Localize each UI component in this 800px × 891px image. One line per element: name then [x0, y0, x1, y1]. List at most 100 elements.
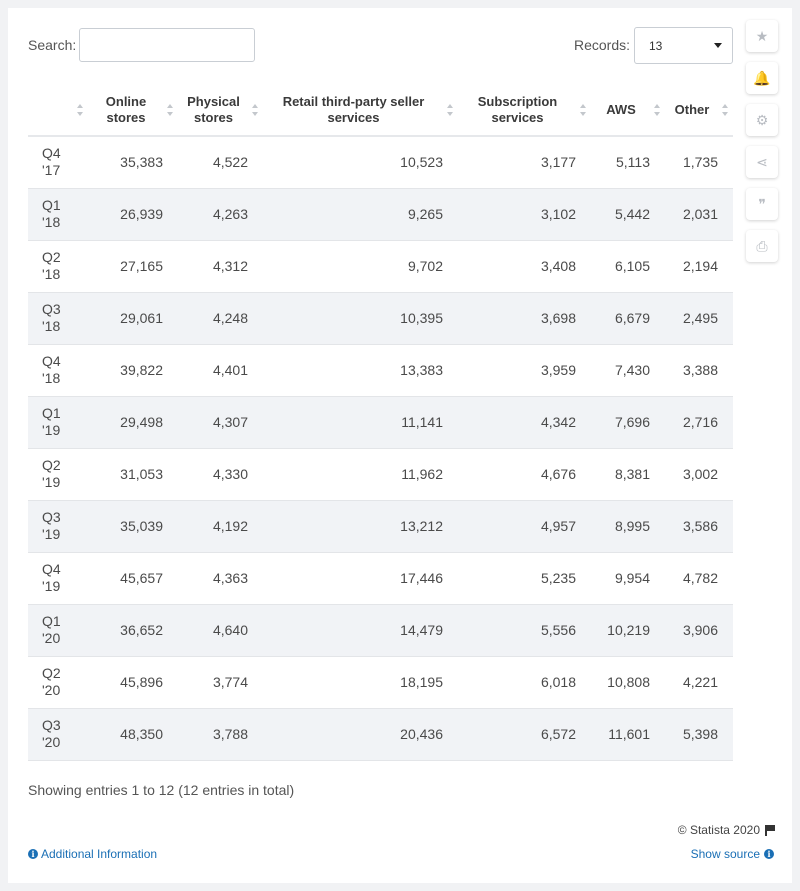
- cell-thirdparty: 17,446: [263, 552, 458, 605]
- cell-aws: 10,219: [591, 604, 665, 657]
- bell-icon: 🔔: [753, 69, 771, 86]
- cell-other: 5,398: [665, 708, 733, 761]
- column-header-aws[interactable]: AWS: [591, 84, 665, 137]
- cell-thirdparty: 11,962: [263, 448, 458, 501]
- cell-quarter: Q4'19: [28, 552, 88, 605]
- data-table-wrapper: Online stores Physical stores Retail third…: [28, 84, 733, 761]
- print-button[interactable]: ⎙: [746, 230, 778, 262]
- cell-online: 27,165: [88, 240, 178, 293]
- cell-aws: 5,113: [591, 136, 665, 189]
- quote-button[interactable]: ❞: [746, 188, 778, 220]
- cell-subscription: 5,235: [458, 552, 591, 605]
- data-table: Online stores Physical stores Retail third…: [28, 84, 733, 761]
- flag-icon[interactable]: [765, 824, 775, 836]
- cell-physical: 4,330: [178, 448, 263, 501]
- cell-aws: 5,442: [591, 188, 665, 241]
- cell-physical: 4,312: [178, 240, 263, 293]
- cell-subscription: 6,018: [458, 656, 591, 709]
- cell-online: 45,896: [88, 656, 178, 709]
- column-header-quarter[interactable]: [28, 84, 88, 137]
- cell-aws: 7,696: [591, 396, 665, 449]
- cell-thirdparty: 14,479: [263, 604, 458, 657]
- cell-online: 26,939: [88, 188, 178, 241]
- cell-quarter: Q2'20: [28, 656, 88, 709]
- column-header-label: Subscription services: [477, 93, 558, 125]
- sort-icon: [77, 103, 84, 116]
- entries-summary: Showing entries 1 to 12 (12 entries in t…: [28, 782, 295, 798]
- cell-other: 1,735: [665, 136, 733, 189]
- share-button[interactable]: ⋖: [746, 146, 778, 178]
- column-header-online[interactable]: Online stores: [88, 84, 178, 137]
- cell-physical: 4,192: [178, 500, 263, 553]
- column-header-subscription[interactable]: Subscription services: [458, 84, 591, 137]
- cell-aws: 10,808: [591, 656, 665, 709]
- cell-subscription: 3,408: [458, 240, 591, 293]
- show-source-link[interactable]: Show source i: [691, 847, 774, 861]
- cell-aws: 9,954: [591, 552, 665, 605]
- cell-subscription: 4,342: [458, 396, 591, 449]
- cell-thirdparty: 13,383: [263, 344, 458, 397]
- cell-subscription: 3,698: [458, 292, 591, 345]
- sort-icon: [252, 103, 259, 116]
- side-toolbar: ★ 🔔 ⚙ ⋖ ❞ ⎙: [746, 20, 778, 272]
- cell-other: 2,716: [665, 396, 733, 449]
- cell-aws: 6,679: [591, 292, 665, 345]
- cell-physical: 4,248: [178, 292, 263, 345]
- cell-thirdparty: 10,395: [263, 292, 458, 345]
- column-header-label: AWS: [606, 101, 636, 117]
- star-icon: ★: [755, 27, 769, 44]
- cell-thirdparty: 20,436: [263, 708, 458, 761]
- table-row: Q3'19 35,039 4,192 13,212 4,957 8,995 3,586: [28, 500, 733, 553]
- cell-physical: 3,788: [178, 708, 263, 761]
- star-button[interactable]: ★: [746, 20, 778, 52]
- sort-icon: [167, 103, 174, 116]
- cell-online: 35,039: [88, 500, 178, 553]
- records-select[interactable]: 13: [634, 27, 733, 64]
- bell-button[interactable]: 🔔: [746, 62, 778, 94]
- info-icon: i: [764, 849, 774, 859]
- table-row: Q4'18 39,822 4,401 13,383 3,959 7,430 3,388: [28, 344, 733, 397]
- cell-other: 2,194: [665, 240, 733, 293]
- cell-quarter: Q3'19: [28, 500, 88, 553]
- cell-physical: 4,401: [178, 344, 263, 397]
- additional-information-link[interactable]: i Additional Information: [28, 847, 157, 861]
- cell-quarter: Q1'19: [28, 396, 88, 449]
- cell-subscription: 3,177: [458, 136, 591, 189]
- column-header-physical[interactable]: Physical stores: [178, 84, 263, 137]
- table-row: Q1'18 26,939 4,263 9,265 3,102 5,442 2,031: [28, 188, 733, 241]
- cell-quarter: Q4'18: [28, 344, 88, 397]
- cell-physical: 4,263: [178, 188, 263, 241]
- cell-physical: 3,774: [178, 656, 263, 709]
- records-label: Records:: [574, 37, 631, 53]
- table-row: Q3'20 48,350 3,788 20,436 6,572 11,601 5,398: [28, 708, 733, 761]
- cell-quarter: Q2'19: [28, 448, 88, 501]
- cell-other: 2,495: [665, 292, 733, 345]
- cell-quarter: Q3'18: [28, 292, 88, 345]
- records-selected-value: 13: [649, 38, 663, 53]
- cell-online: 35,383: [88, 136, 178, 189]
- search-input[interactable]: [79, 28, 255, 62]
- cell-online: 48,350: [88, 708, 178, 761]
- column-header-other[interactable]: Other: [665, 84, 733, 137]
- cell-other: 3,388: [665, 344, 733, 397]
- gear-button[interactable]: ⚙: [746, 104, 778, 136]
- cell-online: 29,498: [88, 396, 178, 449]
- cell-thirdparty: 10,523: [263, 136, 458, 189]
- cell-other: 4,221: [665, 656, 733, 709]
- cell-aws: 6,105: [591, 240, 665, 293]
- column-header-label: Retail third-party seller services: [282, 93, 425, 125]
- quote-icon: ❞: [758, 195, 766, 212]
- cell-thirdparty: 9,265: [263, 188, 458, 241]
- table-row: Q2'19 31,053 4,330 11,962 4,676 8,381 3,002: [28, 448, 733, 501]
- column-header-thirdparty[interactable]: Retail third-party seller services: [263, 84, 458, 137]
- table-row: Q4'17 35,383 4,522 10,523 3,177 5,113 1,735: [28, 136, 733, 189]
- table-header-row: Online stores Physical stores Retail third…: [28, 84, 733, 137]
- additional-information-label: Additional Information: [41, 847, 158, 861]
- cell-aws: 11,601: [591, 708, 665, 761]
- gear-icon: ⚙: [755, 111, 769, 128]
- copyright: © Statista 2020: [678, 823, 775, 837]
- cell-quarter: Q2'18: [28, 240, 88, 293]
- table-row: Q2'20 45,896 3,774 18,195 6,018 10,808 4,221: [28, 656, 733, 709]
- sort-icon: [447, 103, 454, 116]
- cell-physical: 4,307: [178, 396, 263, 449]
